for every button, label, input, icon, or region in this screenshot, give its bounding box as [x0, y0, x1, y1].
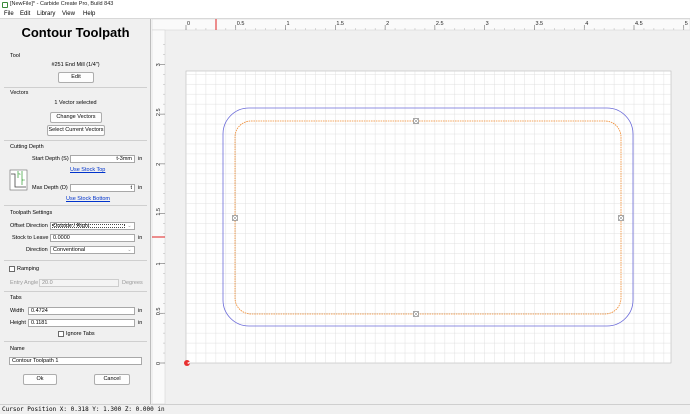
- divider: [4, 341, 147, 342]
- menu-bar: File Edit Library View Help: [0, 10, 690, 19]
- direction-select[interactable]: Conventional ⌄: [50, 246, 135, 254]
- tab-height-label: Height: [10, 320, 26, 326]
- ruler-top-label: 3.5: [535, 21, 543, 27]
- ruler-top-label: 1.5: [336, 21, 344, 27]
- cancel-button[interactable]: Cancel: [94, 374, 130, 385]
- ruler-left-label: 1: [156, 262, 162, 265]
- ignore-tabs-checkbox[interactable]: [58, 331, 64, 337]
- stock-to-leave-field[interactable]: 0.0000: [50, 234, 135, 242]
- contour-toolpath-panel: Contour Toolpath Tool #251 End Mill (1/4…: [0, 19, 151, 404]
- entry-angle-label: Entry Angle: [10, 280, 39, 286]
- select-current-vectors-button[interactable]: Select Current Vectors: [47, 125, 105, 136]
- divider: [4, 87, 147, 88]
- offset-direction-select[interactable]: Outside / Right ⌄: [50, 222, 135, 230]
- ruler-top-label: 3: [486, 21, 489, 27]
- start-depth-label: Start Depth (S): [32, 156, 69, 162]
- stock-to-leave-label: Stock to Leave: [12, 235, 49, 241]
- use-stock-top-link[interactable]: Use Stock Top: [70, 167, 105, 173]
- ruler-top-label: 0: [187, 21, 190, 27]
- menu-view[interactable]: View: [62, 11, 75, 17]
- tab-width-unit: in: [138, 308, 143, 314]
- title-bar: [NewFile]* - Carbide Create Pro, Build 8…: [0, 0, 690, 10]
- tab-width-field[interactable]: 0.4724: [28, 307, 135, 315]
- menu-library[interactable]: Library: [37, 11, 55, 17]
- ramping-label: Ramping: [17, 266, 40, 272]
- entry-angle-unit: Degrees: [122, 280, 143, 286]
- max-depth-unit: in: [138, 185, 143, 191]
- ruler-top-label: 2: [386, 21, 389, 27]
- ruler-left-label: 2: [156, 163, 162, 166]
- ramping-checkbox[interactable]: [9, 266, 15, 272]
- tab-height-field[interactable]: 0.1181: [28, 319, 135, 327]
- menu-help[interactable]: Help: [83, 11, 95, 17]
- start-depth-unit: in: [138, 156, 143, 162]
- top-ruler: [152, 19, 690, 31]
- focus-outline: [52, 224, 125, 228]
- ruler-top-label: 1: [287, 21, 290, 27]
- stock-to-leave-unit: in: [138, 235, 143, 241]
- toolpath-settings-section-heading: Toolpath Settings: [10, 210, 53, 216]
- start-depth-field[interactable]: t-3mm: [70, 155, 135, 163]
- status-bar: Cursor Position X: 0.318 Y: 1.300 Z: 0.0…: [0, 404, 690, 414]
- ruler-top-label: 5: [685, 21, 688, 27]
- ruler-top-label: 0.5: [237, 21, 245, 27]
- ruler-left-label: 3: [156, 63, 162, 66]
- cutting-depth-section-heading: Cutting Depth: [10, 144, 44, 150]
- divider: [4, 260, 147, 261]
- toolpath-name-field[interactable]: Contour Toolpath 1: [9, 357, 142, 365]
- tool-section-heading: Tool: [10, 53, 21, 59]
- offset-direction-label: Offset Direction: [10, 223, 48, 229]
- ruler-left-label: 0.5: [156, 308, 162, 316]
- menu-file[interactable]: File: [4, 11, 14, 17]
- chevron-down-icon: ⌄: [127, 247, 132, 253]
- entry-angle-field[interactable]: 20.0: [39, 279, 119, 287]
- ruler-top-label: 4.5: [635, 21, 643, 27]
- name-section-heading: Name: [10, 346, 25, 352]
- canvas-svg[interactable]: 0 0.5 1 1.5 2 2.5 3 3.5 4 4.5 5 3 2.5 2 1.5 1 0.5 0: [152, 19, 690, 404]
- left-ruler: [152, 29, 166, 404]
- design-canvas[interactable]: 0 0.5 1 1.5 2 2.5 3 3.5 4 4.5 5 3 2.5 2 1.5 1 0.5 0: [152, 19, 690, 404]
- use-stock-bottom-link[interactable]: Use Stock Bottom: [66, 196, 110, 202]
- ruler-left-label: 0: [156, 362, 162, 365]
- max-depth-field[interactable]: t: [70, 184, 135, 192]
- ignore-tabs-label: Ignore Tabs: [66, 331, 95, 337]
- ruler-top-label: 4: [585, 21, 588, 27]
- divider: [4, 291, 147, 292]
- direction-value: Conventional: [53, 247, 86, 253]
- tool-name: #251 End Mill (1/4"): [51, 62, 100, 68]
- depth-diagram-s: S: [19, 172, 21, 176]
- tabs-section-heading: Tabs: [10, 295, 22, 301]
- divider: [4, 205, 147, 206]
- chevron-down-icon: ⌄: [127, 223, 132, 229]
- max-depth-label: Max Depth (D): [32, 185, 68, 191]
- ruler-left-label: 1.5: [156, 208, 162, 216]
- edit-tool-button[interactable]: Edit: [58, 72, 94, 83]
- direction-label: Direction: [26, 247, 48, 253]
- app-logo-icon: [2, 2, 8, 8]
- menu-edit[interactable]: Edit: [20, 11, 30, 17]
- ok-button[interactable]: Ok: [23, 374, 57, 385]
- window-title: [NewFile]* - Carbide Create Pro, Build 8…: [10, 1, 114, 7]
- tab-height-unit: in: [138, 320, 143, 326]
- cursor-position-text: Cursor Position X: 0.318 Y: 1.300 Z: 0.0…: [2, 406, 165, 413]
- vectors-selected-text: 1 Vector selected: [54, 100, 97, 106]
- vectors-section-heading: Vectors: [10, 90, 29, 96]
- depth-diagram-icon: S D: [9, 169, 28, 191]
- tab-width-label: Width: [10, 308, 25, 314]
- ruler-top-label: 2.5: [436, 21, 444, 27]
- stock-area: [185, 70, 672, 364]
- ruler-left-label: 2.5: [156, 108, 162, 116]
- divider: [4, 140, 147, 141]
- panel-title: Contour Toolpath: [21, 25, 130, 40]
- change-vectors-button[interactable]: Change Vectors: [50, 112, 102, 123]
